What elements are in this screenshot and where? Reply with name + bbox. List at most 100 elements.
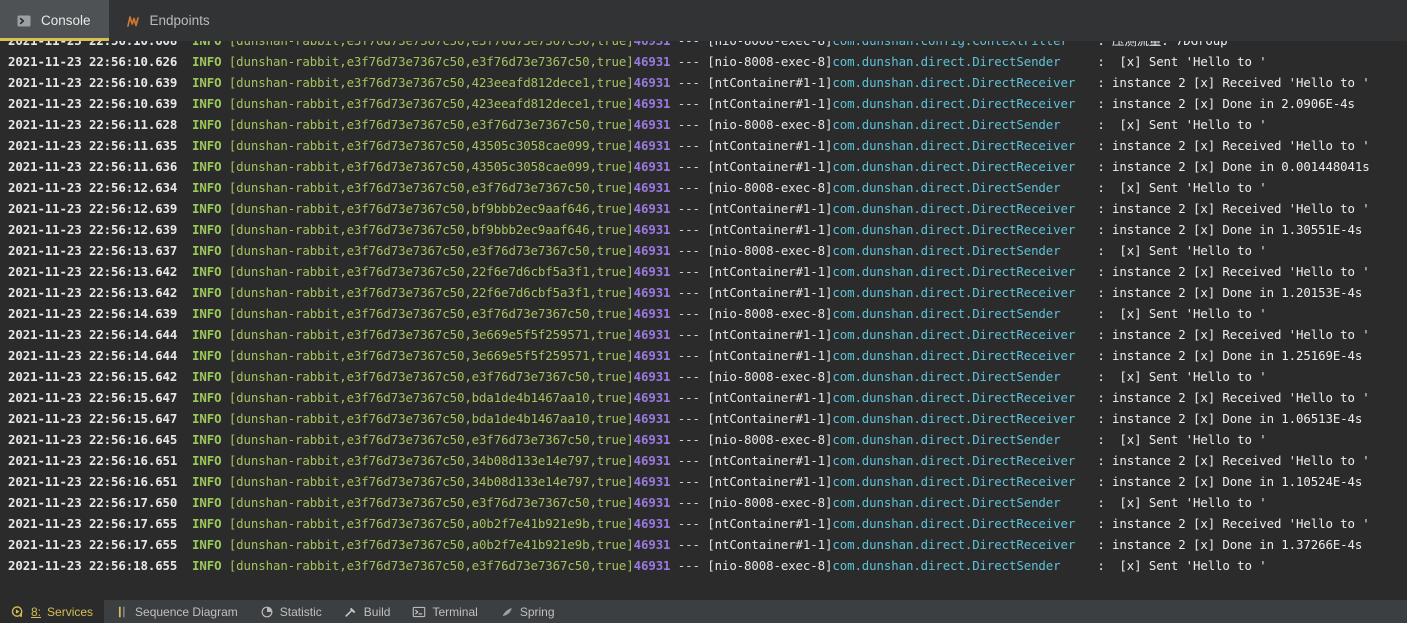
log-thread: [ntContainer#1-1] (707, 222, 833, 237)
ide-status-bar: 8: Services Sequence Diagram Statistic Build… (0, 599, 1407, 623)
log-thread: [ntContainer#1-1] (707, 411, 833, 426)
log-thread: [nio-8008-exec-8] (707, 369, 833, 384)
log-timestamp: 2021-11-23 22:56:15.647 (8, 411, 178, 426)
log-separator: --- (670, 348, 708, 363)
log-line[interactable]: 2021-11-23 22:56:17.655 INFO [dunshan-ra… (0, 513, 1407, 534)
log-line[interactable]: 2021-11-23 22:56:12.639 INFO [dunshan-ra… (0, 198, 1407, 219)
log-line[interactable]: 2021-11-23 22:56:12.639 INFO [dunshan-ra… (0, 219, 1407, 240)
log-level: INFO (177, 96, 222, 111)
ide-run-tool-window: Console Endpoints 2021-11-23 22:56:10.60… (0, 0, 1407, 623)
status-bar-item-build[interactable]: Build (333, 600, 402, 623)
log-pid: 46931 (633, 558, 671, 573)
status-bar-item-label: Build (363, 604, 391, 619)
statistic-icon (260, 605, 274, 619)
log-line[interactable]: 2021-11-23 22:56:15.642 INFO [dunshan-ra… (0, 366, 1407, 387)
log-pid: 46931 (633, 285, 671, 300)
console-output-panel[interactable]: 2021-11-23 22:56:10.608 INFO [dunshan-ra… (0, 41, 1407, 599)
log-separator: --- (670, 432, 708, 447)
log-thread: [ntContainer#1-1] (707, 201, 833, 216)
status-bar-item-label: Spring (519, 604, 555, 619)
log-line[interactable]: 2021-11-23 22:56:11.636 INFO [dunshan-ra… (0, 156, 1407, 177)
log-pid: 46931 (633, 495, 671, 510)
log-separator: --- (670, 474, 708, 489)
log-line[interactable]: 2021-11-23 22:56:13.642 INFO [dunshan-ra… (0, 261, 1407, 282)
log-line[interactable]: 2021-11-23 22:56:16.651 INFO [dunshan-ra… (0, 471, 1407, 492)
log-line[interactable]: 2021-11-23 22:56:14.644 INFO [dunshan-ra… (0, 345, 1407, 366)
log-thread: [ntContainer#1-1] (707, 348, 833, 363)
console-tabbar: Console Endpoints (0, 0, 1407, 41)
log-line[interactable]: 2021-11-23 22:56:17.655 INFO [dunshan-ra… (0, 534, 1407, 555)
log-logger: com.dunshan.direct.DirectSender (832, 306, 1098, 321)
log-line[interactable]: 2021-11-23 22:56:10.608 INFO [dunshan-ra… (0, 41, 1407, 51)
log-pid: 46931 (634, 41, 671, 48)
log-timestamp: 2021-11-23 22:56:15.642 (8, 369, 178, 384)
log-thread: [nio-8008-exec-8] (707, 243, 833, 258)
log-line[interactable]: 2021-11-23 22:56:11.628 INFO [dunshan-ra… (0, 114, 1407, 135)
log-message: : instance 2 [x] Received 'Hello to ' (1097, 327, 1370, 342)
log-line[interactable]: 2021-11-23 22:56:13.637 INFO [dunshan-ra… (0, 240, 1407, 261)
log-level: INFO (177, 453, 222, 468)
log-thread: [ntContainer#1-1] (707, 474, 833, 489)
log-thread: [nio-8008-exec-8] (707, 41, 832, 48)
status-bar-item-services[interactable]: 8: Services (0, 600, 105, 623)
log-timestamp: 2021-11-23 22:56:17.650 (8, 495, 178, 510)
log-logger: com.dunshan.direct.DirectReceiver (832, 159, 1098, 174)
log-level: INFO (177, 306, 222, 321)
log-level: INFO (177, 138, 222, 153)
status-bar-item-terminal[interactable]: Terminal (401, 600, 488, 623)
log-timestamp: 2021-11-23 22:56:13.642 (8, 285, 178, 300)
log-level: INFO (177, 348, 222, 363)
log-message: : [x] Sent 'Hello to ' (1097, 495, 1267, 510)
log-thread: [ntContainer#1-1] (707, 75, 833, 90)
status-bar-item-spring[interactable]: Spring (489, 600, 566, 623)
log-level: INFO (177, 495, 222, 510)
log-line[interactable]: 2021-11-23 22:56:18.655 INFO [dunshan-ra… (0, 555, 1407, 576)
log-line[interactable]: 2021-11-23 22:56:17.650 INFO [dunshan-ra… (0, 492, 1407, 513)
log-pid: 46931 (633, 306, 671, 321)
log-logger: com.dunshan.direct.DirectSender (832, 180, 1098, 195)
log-line[interactable]: 2021-11-23 22:56:14.639 INFO [dunshan-ra… (0, 303, 1407, 324)
log-pid: 46931 (633, 264, 671, 279)
log-context: [dunshan-rabbit,e3f76d73e7367c50,423eeaf… (221, 75, 634, 90)
log-line[interactable]: 2021-11-23 22:56:14.644 INFO [dunshan-ra… (0, 324, 1407, 345)
log-line[interactable]: 2021-11-23 22:56:10.639 INFO [dunshan-ra… (0, 93, 1407, 114)
log-thread: [ntContainer#1-1] (707, 96, 833, 111)
log-line[interactable]: 2021-11-23 22:56:16.651 INFO [dunshan-ra… (0, 450, 1407, 471)
log-message: : instance 2 [x] Received 'Hello to ' (1097, 75, 1370, 90)
log-message: : [x] Sent 'Hello to ' (1097, 432, 1267, 447)
log-pid: 46931 (633, 117, 671, 132)
log-logger: com.dunshan.direct.DirectSender (832, 243, 1098, 258)
log-separator: --- (670, 243, 708, 258)
log-timestamp: 2021-11-23 22:56:12.634 (8, 180, 178, 195)
log-message: : [x] Sent 'Hello to ' (1097, 243, 1267, 258)
log-line[interactable]: 2021-11-23 22:56:15.647 INFO [dunshan-ra… (0, 408, 1407, 429)
log-line[interactable]: 2021-11-23 22:56:12.634 INFO [dunshan-ra… (0, 177, 1407, 198)
log-timestamp: 2021-11-23 22:56:12.639 (8, 222, 178, 237)
log-logger: com.dunshan.direct.DirectSender (832, 54, 1098, 69)
log-timestamp: 2021-11-23 22:56:13.637 (8, 243, 178, 258)
status-bar-item-sequence-diagram[interactable]: Sequence Diagram (104, 600, 249, 623)
log-message: : instance 2 [x] Done in 1.06513E-4s (1097, 411, 1363, 426)
log-logger: com.dunshan.direct.DirectReceiver (832, 537, 1098, 552)
status-bar-item-statistic[interactable]: Statistic (249, 600, 333, 623)
log-line[interactable]: 2021-11-23 22:56:16.645 INFO [dunshan-ra… (0, 429, 1407, 450)
status-bar-item-label: Statistic (279, 604, 322, 619)
log-level: INFO (177, 54, 222, 69)
log-separator: --- (670, 411, 708, 426)
log-level: INFO (177, 243, 222, 258)
log-line[interactable]: 2021-11-23 22:56:13.642 INFO [dunshan-ra… (0, 282, 1407, 303)
log-context: [dunshan-rabbit,e3f76d73e7367c50,a0b2f7e… (221, 537, 634, 552)
spring-leaf-icon (500, 605, 514, 619)
tab-console[interactable]: Console (0, 0, 109, 41)
log-line[interactable]: 2021-11-23 22:56:11.635 INFO [dunshan-ra… (0, 135, 1407, 156)
log-pid: 46931 (633, 348, 671, 363)
tab-endpoints[interactable]: Endpoints (109, 0, 228, 41)
endpoints-icon (125, 13, 141, 29)
log-logger: com.dunshan.direct.DirectReceiver (832, 222, 1098, 237)
log-line[interactable]: 2021-11-23 22:56:10.639 INFO [dunshan-ra… (0, 72, 1407, 93)
log-line[interactable]: 2021-11-23 22:56:10.626 INFO [dunshan-ra… (0, 51, 1407, 72)
log-line[interactable]: 2021-11-23 22:56:15.647 INFO [dunshan-ra… (0, 387, 1407, 408)
log-level: INFO (177, 369, 222, 384)
log-message: : [x] Sent 'Hello to ' (1097, 558, 1267, 573)
log-timestamp: 2021-11-23 22:56:14.644 (8, 348, 178, 363)
